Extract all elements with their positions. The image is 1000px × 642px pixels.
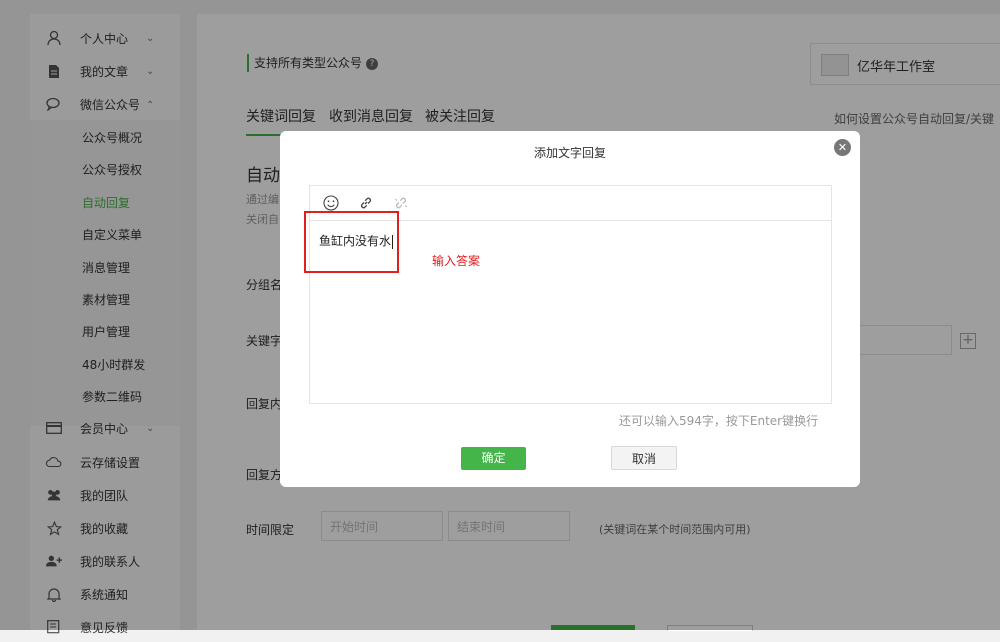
annotation-text: 输入答案 [432,254,481,268]
highlight-box [304,211,399,273]
char-counter: 还可以输入594字，按下Enter键换行 [619,414,819,428]
add-text-reply-dialog: 添加文字回复 ✕ 鱼缸内没有水 输入答案 还可以输入594字，按下Enter键换… [280,131,860,487]
dialog-title: 添加文字回复 [533,146,606,160]
confirm-button[interactable]: 确定 [461,447,526,470]
link-icon[interactable] [358,195,374,211]
cancel-button[interactable]: 取消 [611,446,677,470]
close-icon[interactable]: ✕ [834,139,851,156]
emoji-icon[interactable] [323,195,339,211]
unlink-icon[interactable] [393,195,409,211]
